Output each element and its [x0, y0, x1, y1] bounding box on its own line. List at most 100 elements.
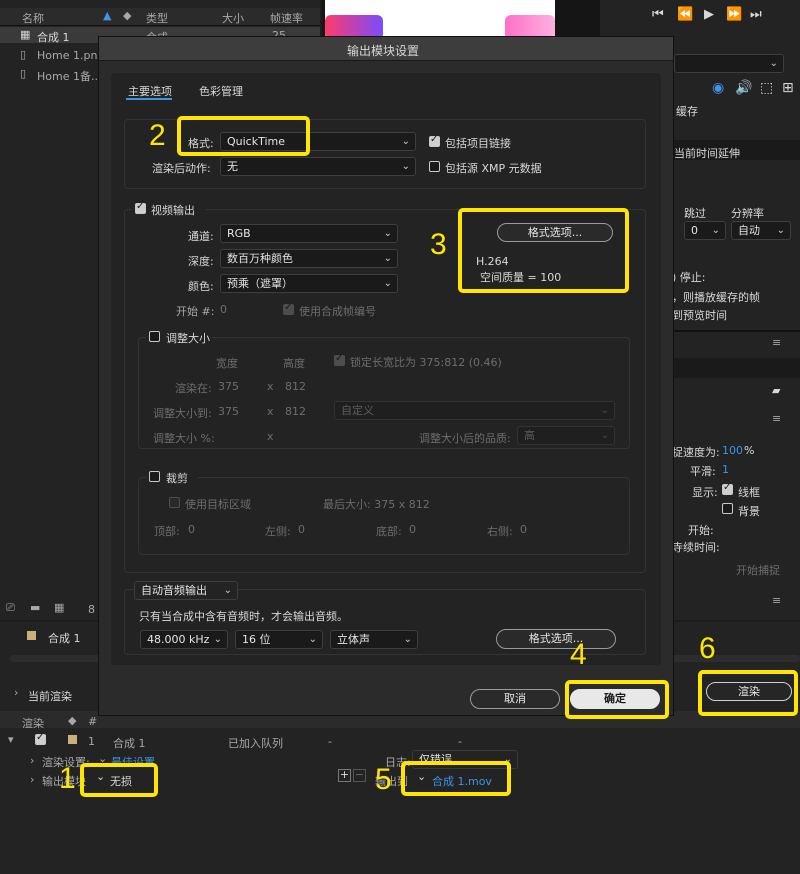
info-row: [672, 358, 800, 378]
max-size-label: 最后大小: 375 x 812: [323, 498, 430, 511]
preview-shortcut-select[interactable]: ⌄: [674, 54, 784, 73]
comp-color-swatch: [27, 631, 36, 640]
layer-controls-icon[interactable]: ⊞: [782, 80, 794, 96]
col-type[interactable]: 类型: [146, 10, 168, 26]
expand-icon[interactable]: ▾: [8, 733, 14, 746]
audio-mode-select[interactable]: 自动音频输出 ⌄: [134, 581, 238, 600]
disclosure-icon[interactable]: ›: [30, 773, 34, 786]
row-comp[interactable]: 合成 1: [113, 735, 146, 751]
next-frame-icon[interactable]: ⏩: [726, 7, 742, 22]
crop-bottom-value[interactable]: 0: [409, 523, 416, 536]
video-output-checkbox[interactable]: [135, 201, 146, 214]
resize-height[interactable]: 812: [285, 405, 306, 418]
row-dash: -: [328, 735, 332, 748]
audio-note: 只有当合成中含有音频时，才会输出音频。: [139, 610, 348, 623]
audio-mode-value: 自动音频输出: [141, 584, 207, 597]
first-frame-icon[interactable]: ⏮: [652, 7, 664, 22]
last-frame-icon[interactable]: ⏭: [750, 7, 762, 22]
audio-channels-select[interactable]: 立体声 ⌄: [330, 630, 418, 649]
crop-checkbox[interactable]: [149, 471, 160, 482]
resize-label: 调整大小: [166, 332, 210, 345]
use-roi-checkbox: [169, 497, 180, 508]
include-xmp-checkbox[interactable]: [429, 161, 440, 172]
col-render: 渲染: [22, 717, 44, 730]
audio-icon[interactable]: 🔊: [735, 80, 752, 96]
sort-arrow-icon[interactable]: ▲: [103, 9, 111, 22]
row-num: 1: [88, 735, 95, 748]
crop-left-value[interactable]: 0: [298, 523, 305, 536]
audio-format-options-button[interactable]: 格式选项...: [496, 629, 616, 649]
overlay-icon[interactable]: ⬚: [760, 80, 773, 96]
col-num: #: [88, 715, 98, 728]
crop-group: [138, 477, 630, 555]
start-num-label: 开始 #:: [176, 305, 215, 318]
resize-pct-label: 调整大小 %:: [153, 432, 215, 445]
resize-checkbox[interactable]: [149, 331, 160, 342]
include-project-link-label: 包括项目链接: [445, 137, 511, 150]
resize-width[interactable]: 375: [218, 405, 239, 418]
resize-quality-select: 高 ⌄: [517, 426, 615, 445]
zoom-value[interactable]: 100: [722, 444, 743, 457]
crop-top-value[interactable]: 0: [188, 523, 195, 536]
annotation-box-format-options: [458, 208, 629, 293]
tab-main-options[interactable]: 主要选项: [128, 83, 172, 99]
current-render-label: 当前渲染: [28, 690, 72, 703]
interpret-icon[interactable]: ⎚: [6, 601, 15, 615]
disclosure-icon[interactable]: ›: [30, 754, 34, 767]
comp-tab[interactable]: 合成 1: [48, 630, 81, 646]
cancel-button[interactable]: 取消: [470, 689, 560, 709]
new-comp-icon[interactable]: ▦: [54, 601, 64, 614]
bit-depth-value: 16 位: [242, 633, 271, 646]
label-swatch: [68, 735, 77, 744]
play-icon[interactable]: ▶: [704, 7, 714, 22]
prev-frame-icon[interactable]: ⏪: [677, 7, 693, 22]
panel-menu-icon[interactable]: ≡: [772, 594, 781, 607]
resolution-select[interactable]: 自动 ⌄: [731, 221, 791, 240]
depth-label: 深度:: [188, 255, 214, 268]
panel-menu-icon[interactable]: ≡: [772, 336, 781, 349]
bit-depth-select[interactable]: 16 位 ⌄: [235, 630, 323, 649]
project-item-name[interactable]: Home 1备...: [37, 68, 101, 84]
folder-icon[interactable]: ▬: [30, 601, 40, 614]
panel-menu-icon[interactable]: ≡: [772, 412, 781, 425]
comment-icon[interactable]: ▰: [772, 384, 780, 397]
crop-right-label: 右侧:: [487, 525, 513, 538]
video-eye-icon[interactable]: ◉: [712, 80, 724, 96]
include-project-link-checkbox[interactable]: [429, 134, 440, 147]
video-output-label: 视频输出: [151, 204, 195, 217]
skip-label: 跳过: [684, 207, 706, 220]
audio-channels-value: 立体声: [337, 633, 370, 646]
render-height: 812: [285, 380, 306, 393]
channels-select[interactable]: RGB ⌄: [220, 224, 398, 243]
comp-icon: ▦: [20, 28, 31, 41]
zoom-unit: %: [744, 444, 755, 457]
tab-color-management[interactable]: 色彩管理: [199, 83, 243, 99]
skip-select[interactable]: 0 ⌄: [684, 221, 726, 240]
start-capture-button[interactable]: 开始捕捉: [736, 562, 780, 578]
bpc-value[interactable]: 8: [88, 603, 95, 616]
lock-ratio-checkbox: [334, 353, 345, 366]
col-fps[interactable]: 帧速率: [270, 10, 303, 26]
start-num-value[interactable]: 0: [220, 303, 227, 316]
stop-label: ) 停止:: [672, 271, 706, 284]
background-checkbox[interactable]: [722, 503, 733, 514]
col-size[interactable]: 大小: [222, 10, 244, 26]
wireframe-checkbox[interactable]: [722, 482, 733, 495]
post-render-select[interactable]: 无 ⌄: [220, 157, 416, 176]
project-item-name[interactable]: Home 1.png: [37, 49, 104, 62]
crop-right-value[interactable]: 0: [520, 523, 527, 536]
project-item-name[interactable]: 合成 1: [37, 29, 70, 45]
color-select[interactable]: 预乘（遮罩） ⌄: [220, 274, 398, 293]
add-output-button[interactable]: +: [338, 769, 351, 782]
smooth-value[interactable]: 1: [722, 463, 729, 476]
resize-quality-label: 调整大小后的品质:: [419, 432, 511, 445]
remove-output-button[interactable]: −: [353, 769, 366, 782]
render-checkbox[interactable]: [35, 732, 46, 745]
resolution-value: 自动: [738, 224, 760, 237]
depth-select[interactable]: 数百万种颜色 ⌄: [220, 249, 398, 268]
annotation-box-output-module: [80, 763, 158, 797]
disclosure-icon[interactable]: ›: [14, 686, 18, 699]
dialog-title: 输出模块设置: [347, 44, 420, 58]
sample-rate-select[interactable]: 48.000 kHz ⌄: [140, 630, 228, 649]
col-name[interactable]: 名称: [22, 10, 44, 26]
